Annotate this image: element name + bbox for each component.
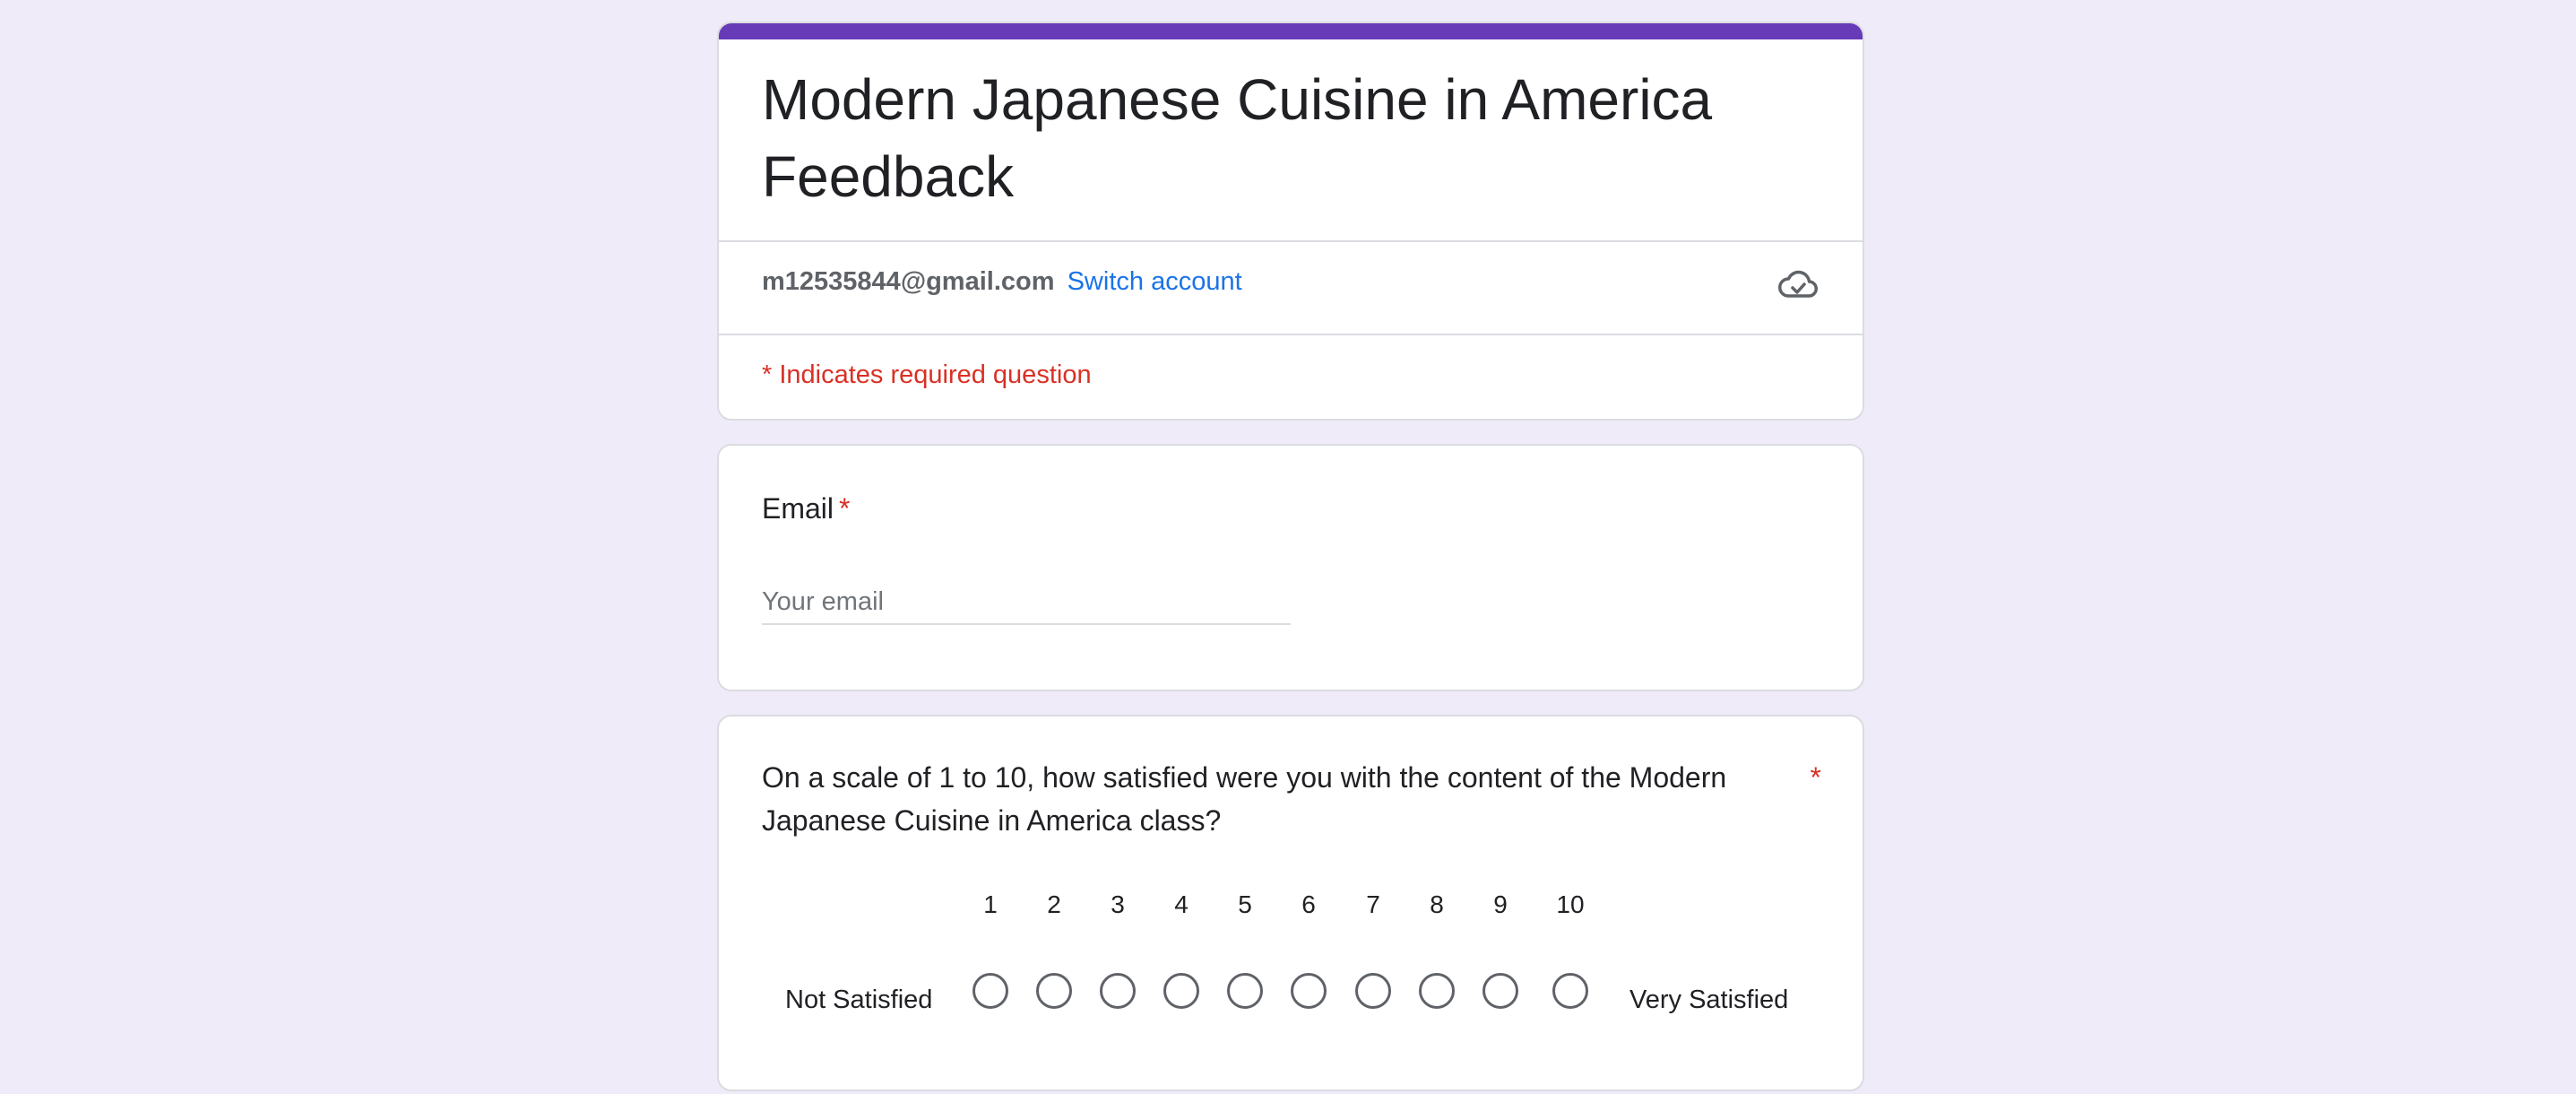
scale-number: 3 <box>1111 890 1125 918</box>
scale-option-1: 1 <box>964 887 1017 1009</box>
scale-option-8: 8 <box>1410 887 1464 1009</box>
email-question-label: Email * <box>762 489 850 528</box>
form-title: Modern Japanese Cuisine in America Feedb… <box>762 67 1713 209</box>
cloud-check-icon <box>1776 264 1820 307</box>
satisfaction-question-text: On a scale of 1 to 10, how satisfied wer… <box>762 761 1727 837</box>
scale-low-label: Not Satisfied <box>785 985 933 1014</box>
scale-radio-10[interactable] <box>1552 973 1588 1009</box>
scale-radio-8[interactable] <box>1419 973 1455 1009</box>
scale-option-7: 7 <box>1346 887 1400 1009</box>
scale-number: 8 <box>1430 890 1444 918</box>
scale-radio-1[interactable] <box>972 973 1008 1009</box>
scale-number: 4 <box>1174 890 1189 918</box>
email-input[interactable] <box>762 580 1291 625</box>
required-note: * Indicates required question <box>762 360 1092 389</box>
scale-option-6: 6 <box>1282 887 1336 1009</box>
account-email: m12535844@gmail.com <box>762 267 1055 296</box>
scale-number: 5 <box>1238 890 1252 918</box>
email-question-card: Email * <box>717 444 1864 691</box>
switch-account-link[interactable]: Switch account <box>1068 267 1242 296</box>
form-header-card: Modern Japanese Cuisine in America Feedb… <box>717 22 1864 421</box>
scale-radio-3[interactable] <box>1100 973 1136 1009</box>
scale-radio-7[interactable] <box>1355 973 1391 1009</box>
divider <box>719 334 1863 335</box>
scale-number: 10 <box>1556 890 1585 918</box>
scale-number: 9 <box>1493 890 1508 918</box>
scale-radio-4[interactable] <box>1163 973 1199 1009</box>
scale-option-9: 9 <box>1474 887 1527 1009</box>
scale-number: 1 <box>983 890 998 918</box>
satisfaction-question-card: On a scale of 1 to 10, how satisfied wer… <box>717 715 1864 1091</box>
required-asterisk: * <box>839 492 851 525</box>
scale-number: 7 <box>1366 890 1380 918</box>
scale-option-5: 5 <box>1218 887 1272 1009</box>
scale-radio-5[interactable] <box>1227 973 1263 1009</box>
header-accent-bar <box>719 23 1863 39</box>
scale-radio-6[interactable] <box>1291 973 1327 1009</box>
scale-number: 2 <box>1047 890 1061 918</box>
required-asterisk: * <box>1810 761 1821 794</box>
scale-number: 6 <box>1301 890 1316 918</box>
account-row: m12535844@gmail.com Switch account <box>762 264 1242 300</box>
scale-high-label: Very Satisfied <box>1629 985 1789 1014</box>
scale-option-10: 10 <box>1543 887 1597 1009</box>
divider <box>719 240 1863 242</box>
email-label-text: Email <box>762 492 834 525</box>
scale-radio-9[interactable] <box>1482 973 1518 1009</box>
scale-option-2: 2 <box>1027 887 1081 1009</box>
scale-option-4: 4 <box>1154 887 1208 1009</box>
scale-option-3: 3 <box>1091 887 1145 1009</box>
scale-radio-2[interactable] <box>1036 973 1072 1009</box>
form-container: Modern Japanese Cuisine in America Feedb… <box>717 22 1864 1091</box>
